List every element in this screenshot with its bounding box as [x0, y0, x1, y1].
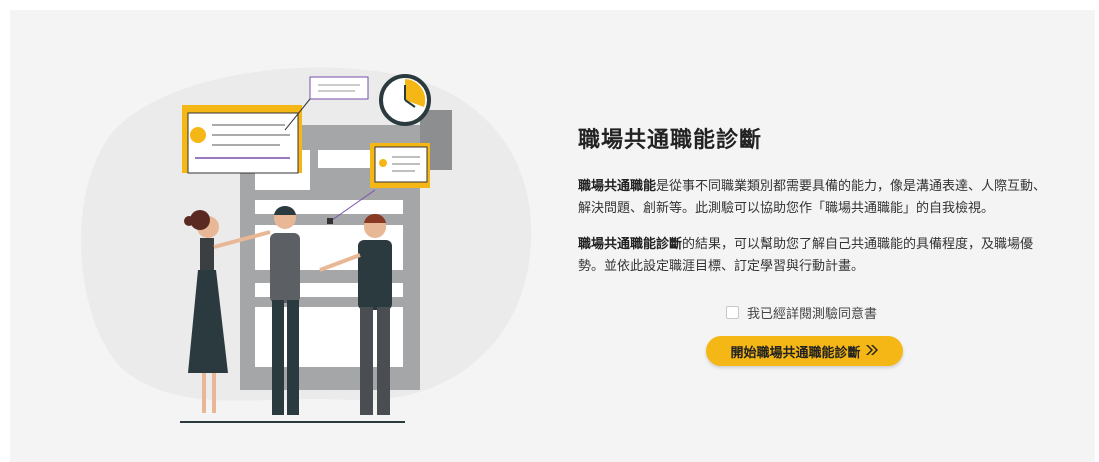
- intro-card: 職場共通職能診斷 職場共通職能是從事不同職業類別都需要具備的能力，像是溝通表達、…: [10, 10, 1095, 462]
- agreement-checkbox[interactable]: [726, 305, 739, 319]
- start-diagnosis-label: 開始職場共通職能診斷: [730, 344, 861, 360]
- intro-content: 職場共通職能診斷 職場共通職能是從事不同職業類別都需要具備的能力，像是溝通表達、…: [578, 122, 1058, 292]
- workplace-illustration: [70, 55, 550, 435]
- page-title: 職場共通職能診斷: [578, 128, 763, 153]
- start-diagnosis-button[interactable]: 開始職場共通職能診斷: [706, 336, 903, 366]
- agreement-label: 我已經詳閱測驗同意書: [747, 306, 878, 322]
- intro-paragraph-1: 職場共通職能是從事不同職業類別都需要具備的能力，像是溝通表達、人際互動、解決問題…: [578, 176, 1058, 220]
- intro-paragraph-2-bold: 職場共通職能診斷: [578, 237, 683, 252]
- intro-paragraph-1-bold: 職場共通職能: [578, 179, 657, 194]
- agreement-row[interactable]: 我已經詳閱測驗同意書: [726, 303, 878, 322]
- double-chevron-right-icon: [865, 344, 879, 359]
- intro-paragraph-2: 職場共通職能診斷的結果，可以幫助您了解自己共通職能的具備程度，及職場優勢。並依此…: [578, 234, 1058, 278]
